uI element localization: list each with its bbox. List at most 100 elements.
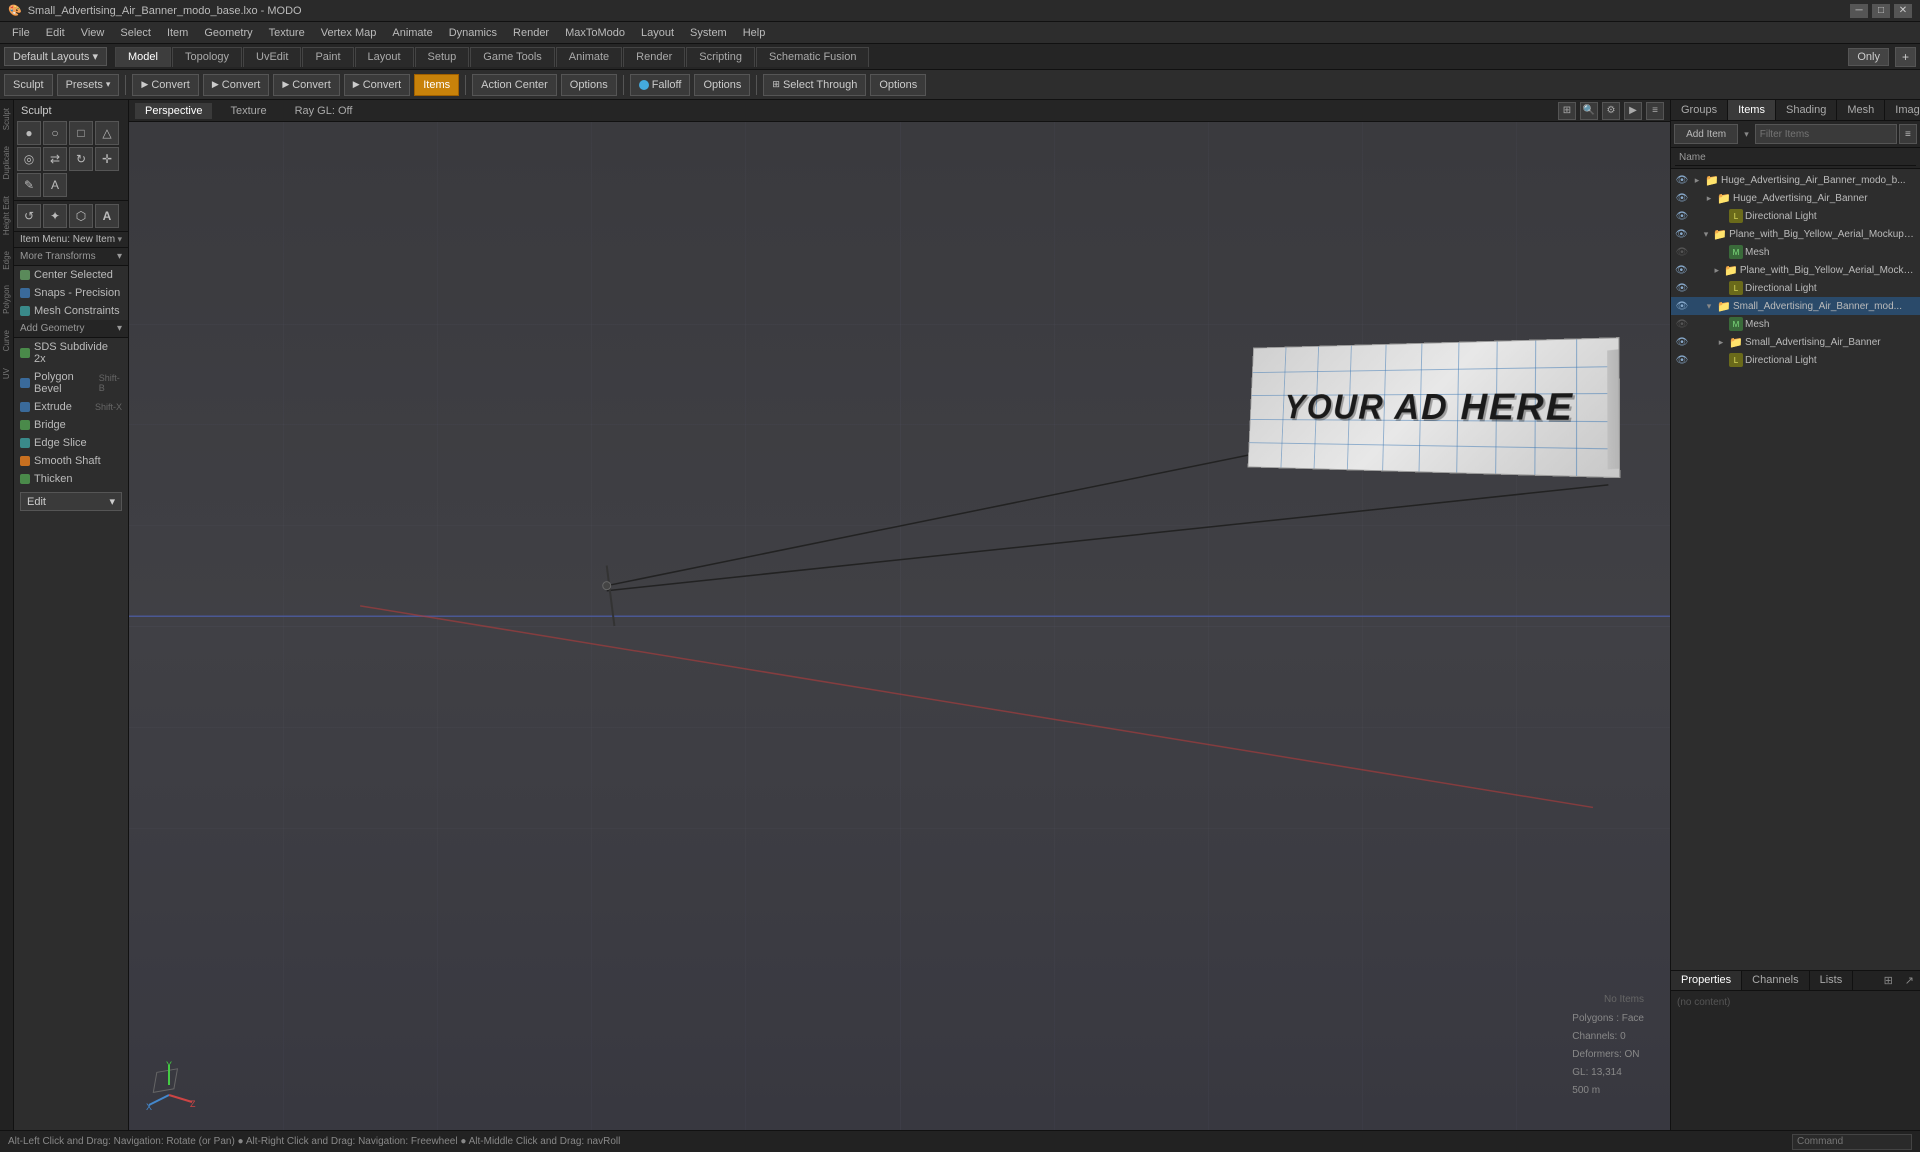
menu-item-layout[interactable]: Layout [633, 25, 682, 41]
edge-slice-item[interactable]: Edge Slice [14, 434, 128, 452]
icon-btn-magnet[interactable]: ✦ [43, 204, 67, 228]
convert-button-3[interactable]: ▶ Convert [273, 74, 339, 96]
filter-input[interactable] [1755, 124, 1897, 144]
right-tab-groups[interactable]: Groups [1671, 100, 1728, 120]
vtab-height-edit[interactable]: Height Edit [0, 188, 13, 243]
layout-tab-setup[interactable]: Setup [415, 47, 470, 67]
icon-btn-script[interactable]: A [43, 173, 67, 197]
eye-icon-8[interactable]: 👁 [1675, 299, 1689, 313]
vtab-sculpt[interactable]: Sculpt [0, 100, 13, 138]
select-through-button[interactable]: ⊞ Select Through [763, 74, 866, 96]
bottom-panel-icon[interactable]: ↗ [1899, 971, 1920, 990]
viewport[interactable]: Perspective Texture Ray GL: Off ⊞ 🔍 ⚙ ▶ … [129, 100, 1670, 1130]
eye-icon-2[interactable]: 👁 [1675, 191, 1689, 205]
tree-arrow-3[interactable] [1715, 210, 1727, 222]
icon-btn-triangle[interactable]: △ [95, 121, 119, 145]
icon-btn-pen[interactable]: ✎ [17, 173, 41, 197]
add-item-dropdown[interactable]: ▾ [1744, 129, 1749, 140]
tree-item-3[interactable]: 👁LDirectional Light [1671, 207, 1920, 225]
icon-btn-text[interactable]: A [95, 204, 119, 228]
layout-tab-animate[interactable]: Animate [556, 47, 622, 67]
right-tab-mesh[interactable]: Mesh [1837, 100, 1885, 120]
tree-item-10[interactable]: 👁▸📁Small_Advertising_Air_Banner [1671, 333, 1920, 351]
menu-item-geometry[interactable]: Geometry [196, 25, 260, 41]
eye-icon-4[interactable]: 👁 [1675, 227, 1688, 241]
add-geometry-section[interactable]: Add Geometry ▾ [14, 320, 128, 338]
tree-arrow-10[interactable]: ▸ [1715, 336, 1727, 348]
add-item-button[interactable]: Add Item [1674, 124, 1738, 144]
menu-item-help[interactable]: Help [735, 25, 774, 41]
smooth-shaft-item[interactable]: Smooth Shaft [14, 452, 128, 470]
options-button-3[interactable]: Options [870, 74, 926, 96]
menu-item-edit[interactable]: Edit [38, 25, 73, 41]
rb-tab-properties[interactable]: Properties [1671, 971, 1742, 990]
menu-item-view[interactable]: View [73, 25, 113, 41]
vp-icon-menu[interactable]: ≡ [1646, 102, 1664, 120]
vtab-uv[interactable]: UV [0, 360, 13, 387]
axis-widget[interactable]: X Y Z [144, 1060, 199, 1115]
vp-icon-settings[interactable]: ⚙ [1602, 102, 1620, 120]
tree-item-2[interactable]: 👁▸📁Huge_Advertising_Air_Banner [1671, 189, 1920, 207]
tree-arrow-8[interactable]: ▾ [1703, 300, 1715, 312]
icon-btn-donut[interactable]: ◎ [17, 147, 41, 171]
tree-arrow-6[interactable]: ▸ [1711, 264, 1722, 276]
snaps-item[interactable]: Snaps - Precision [14, 284, 128, 302]
item-menu-new[interactable]: Item Menu: New Item ▾ [14, 232, 128, 248]
convert-button-2[interactable]: ▶ Convert [203, 74, 269, 96]
layout-tab-render[interactable]: Render [623, 47, 685, 67]
tree-item-11[interactable]: 👁LDirectional Light [1671, 351, 1920, 369]
eye-icon-1[interactable]: 👁 [1675, 173, 1689, 187]
tree-item-9[interactable]: 👁MMesh [1671, 315, 1920, 333]
polygon-bevel-item[interactable]: Polygon Bevel Shift-B [14, 368, 128, 398]
eye-icon-3[interactable]: 👁 [1675, 209, 1689, 223]
icon-btn-rotate[interactable]: ↻ [69, 147, 93, 171]
icon-btn-cursor[interactable]: ✛ [95, 147, 119, 171]
layout-tab-scripting[interactable]: Scripting [686, 47, 755, 67]
menu-item-maxtomodo[interactable]: MaxToModo [557, 25, 633, 41]
extrude-item[interactable]: Extrude Shift-X [14, 398, 128, 416]
menu-item-dynamics[interactable]: Dynamics [441, 25, 505, 41]
layout-tab-paint[interactable]: Paint [302, 47, 353, 67]
vp-tab-texture[interactable]: Texture [220, 103, 276, 119]
edit-dropdown[interactable]: Edit ▾ [20, 492, 122, 511]
vp-icon-zoom[interactable]: 🔍 [1580, 102, 1598, 120]
tree-arrow-1[interactable]: ▸ [1691, 174, 1703, 186]
presets-button[interactable]: Presets ▾ [57, 74, 120, 96]
convert-button-4[interactable]: ▶ Convert [344, 74, 410, 96]
icon-btn-sphere[interactable]: ○ [43, 121, 67, 145]
layout-tab-game-tools[interactable]: Game Tools [470, 47, 555, 67]
right-tab-shading[interactable]: Shading [1776, 100, 1837, 120]
sculpt-button[interactable]: Sculpt [4, 74, 53, 96]
right-tab-images[interactable]: Images [1885, 100, 1920, 120]
falloff-button[interactable]: Falloff [630, 74, 691, 96]
tree-arrow-2[interactable]: ▸ [1703, 192, 1715, 204]
expand-button[interactable]: ⊞ [1878, 971, 1899, 990]
only-button[interactable]: Only [1848, 48, 1889, 66]
layout-tab-model[interactable]: Model [115, 47, 171, 67]
mesh-constraints-item[interactable]: Mesh Constraints [14, 302, 128, 320]
tree-arrow-7[interactable] [1715, 282, 1727, 294]
tree-item-1[interactable]: 👁▸📁Huge_Advertising_Air_Banner_modo_b... [1671, 171, 1920, 189]
tree-arrow-4[interactable]: ▾ [1701, 228, 1712, 240]
eye-icon-9[interactable]: 👁 [1675, 317, 1689, 331]
eye-icon-7[interactable]: 👁 [1675, 281, 1689, 295]
icon-btn-cube[interactable]: □ [69, 121, 93, 145]
items-button[interactable]: Items [414, 74, 459, 96]
icon-btn-circle[interactable]: ● [17, 121, 41, 145]
maximize-button[interactable]: □ [1872, 4, 1890, 18]
vp-icon-play[interactable]: ▶ [1624, 102, 1642, 120]
bridge-item[interactable]: Bridge [14, 416, 128, 434]
layout-tab-schematic-fusion[interactable]: Schematic Fusion [756, 47, 869, 67]
tree-arrow-11[interactable] [1715, 354, 1727, 366]
tree-item-6[interactable]: 👁▸📁Plane_with_Big_Yellow_Aerial_Mockup_B… [1671, 261, 1920, 279]
layout-tab-topology[interactable]: Topology [172, 47, 242, 67]
menu-item-file[interactable]: File [4, 25, 38, 41]
viewport-content[interactable]: YOUR AD HERE X Y Z [129, 122, 1670, 1130]
center-selected-item[interactable]: Center Selected [14, 266, 128, 284]
vtab-curve[interactable]: Curve [0, 322, 13, 359]
right-tab-items[interactable]: Items [1728, 100, 1776, 120]
rb-tab-lists[interactable]: Lists [1810, 971, 1854, 990]
menu-item-system[interactable]: System [682, 25, 735, 41]
menu-item-item[interactable]: Item [159, 25, 196, 41]
command-input[interactable] [1792, 1134, 1912, 1150]
